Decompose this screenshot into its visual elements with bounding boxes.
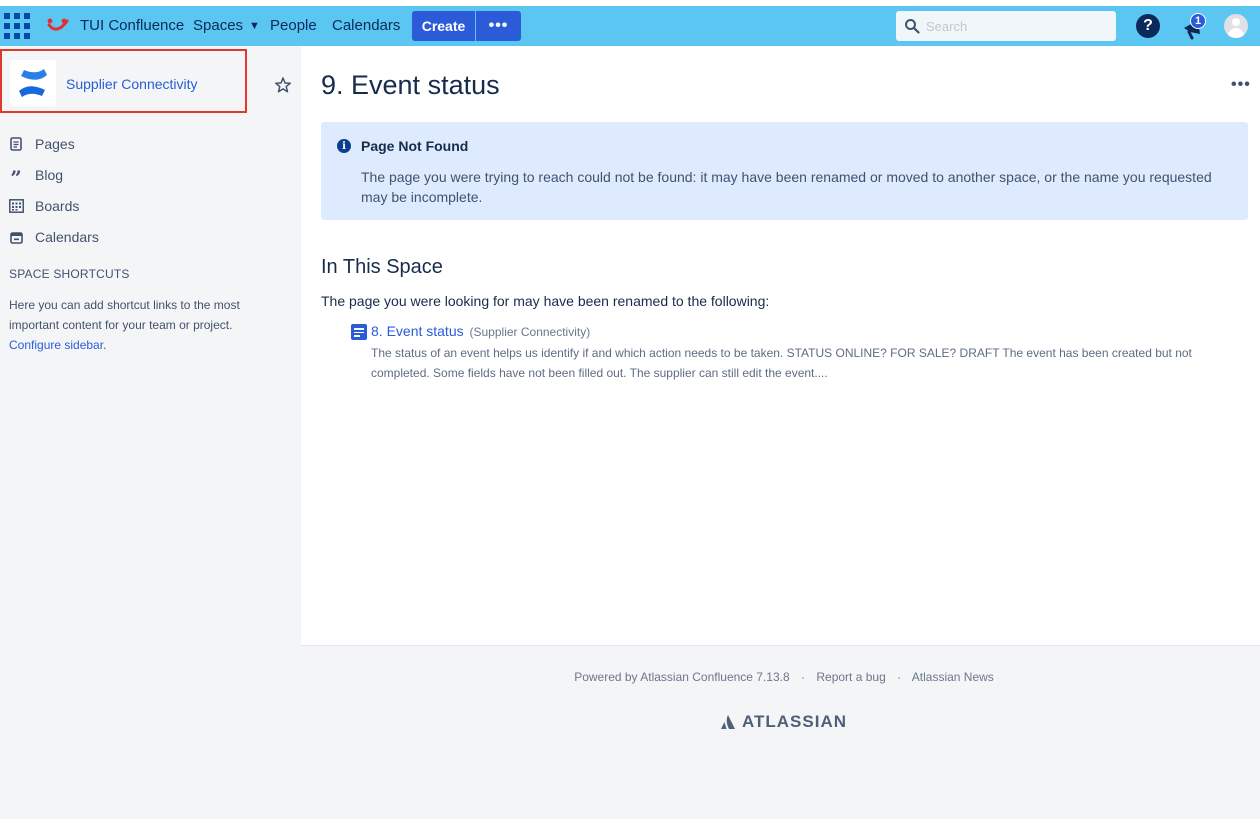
nav-spaces-label: Spaces	[193, 17, 244, 34]
info-panel-body: The page you were trying to reach could …	[361, 169, 1212, 205]
user-avatar[interactable]	[1224, 14, 1248, 38]
sidebar-item-label: Boards	[35, 198, 80, 214]
sidebar-item-pages[interactable]: Pages	[8, 133, 75, 155]
section-heading: In This Space	[321, 256, 443, 278]
nav-spaces-menu[interactable]: Spaces ▼	[193, 17, 260, 34]
create-more-button[interactable]: •••	[476, 11, 521, 41]
app-switcher-icon[interactable]	[4, 13, 30, 39]
sidebar-item-label: Blog	[35, 167, 64, 183]
page-icon	[351, 324, 367, 340]
tui-logo-icon[interactable]	[46, 16, 70, 36]
help-icon[interactable]: ?	[1136, 14, 1160, 38]
page-icon	[8, 136, 24, 152]
sidebar-item-label: Pages	[35, 136, 75, 152]
atlassian-mark-icon	[721, 715, 735, 729]
atlassian-logo[interactable]: ATLASSIAN	[720, 712, 847, 732]
sidebar-item-label: Calendars	[35, 229, 99, 245]
star-icon[interactable]	[274, 76, 292, 94]
atlassian-news-link[interactable]: Atlassian News	[912, 670, 994, 684]
configure-sidebar-link[interactable]: Configure sidebar	[9, 338, 103, 352]
search-box[interactable]	[896, 11, 1116, 41]
info-icon: i	[337, 139, 351, 153]
space-sidebar: Supplier Connectivity Pages ” Blog Board…	[0, 46, 301, 819]
space-logo[interactable]	[10, 60, 56, 106]
info-panel-title: Page Not Found	[361, 138, 469, 154]
shortcuts-suffix: .	[103, 338, 107, 352]
result-space-label: (Supplier Connectivity)	[469, 325, 591, 339]
page-not-found-panel: i Page Not Found The page you were tryin…	[321, 122, 1248, 220]
page-footer: Powered by Atlassian Confluence 7.13.8 ·…	[301, 645, 1260, 819]
main-content: 9. Event status ••• i Page Not Found The…	[301, 46, 1260, 645]
footer-links: Powered by Atlassian Confluence 7.13.8 ·…	[301, 670, 1260, 684]
report-bug-link[interactable]: Report a bug	[816, 670, 885, 684]
powered-by-text[interactable]: Powered by Atlassian Confluence 7.13.8	[574, 670, 789, 684]
footer-separator: ·	[897, 670, 902, 684]
notification-count-badge[interactable]: 1	[1190, 13, 1206, 29]
top-navigation-bar: TUI Confluence Spaces ▼ People Calendars …	[0, 6, 1260, 46]
space-shortcuts-heading: SPACE SHORTCUTS	[9, 267, 130, 281]
page-actions-more-icon[interactable]: •••	[1231, 76, 1251, 94]
search-input[interactable]	[926, 15, 1106, 37]
create-button[interactable]: Create	[412, 11, 475, 41]
confluence-logo-icon	[19, 69, 47, 97]
nav-calendars-link[interactable]: Calendars	[332, 17, 400, 34]
calendar-icon	[8, 229, 24, 245]
sidebar-item-calendars[interactable]: Calendars	[8, 226, 99, 248]
nav-people-link[interactable]: People	[270, 17, 317, 34]
search-result-item: 8. Event status (Supplier Connectivity)	[371, 323, 590, 339]
calendar-grid-icon	[8, 198, 24, 214]
atlassian-wordmark: ATLASSIAN	[742, 712, 848, 731]
section-description: The page you were looking for may have b…	[321, 293, 770, 309]
result-title-link[interactable]: 8. Event status	[371, 323, 464, 339]
search-icon	[905, 19, 920, 34]
shortcuts-description: Here you can add shortcut links to the m…	[9, 298, 240, 332]
footer-separator: ·	[801, 670, 806, 684]
sidebar-item-boards[interactable]: Boards	[8, 195, 79, 217]
brand-link[interactable]: TUI Confluence	[80, 17, 184, 34]
quote-icon: ”	[10, 166, 22, 190]
chevron-down-icon: ▼	[249, 20, 260, 32]
sidebar-item-blog[interactable]: ” Blog	[8, 164, 64, 190]
page-title: 9. Event status	[321, 70, 500, 100]
space-shortcuts-help: Here you can add shortcut links to the m…	[9, 295, 259, 355]
space-name-link[interactable]: Supplier Connectivity	[66, 76, 198, 92]
result-excerpt: The status of an event helps us identify…	[371, 346, 1192, 380]
